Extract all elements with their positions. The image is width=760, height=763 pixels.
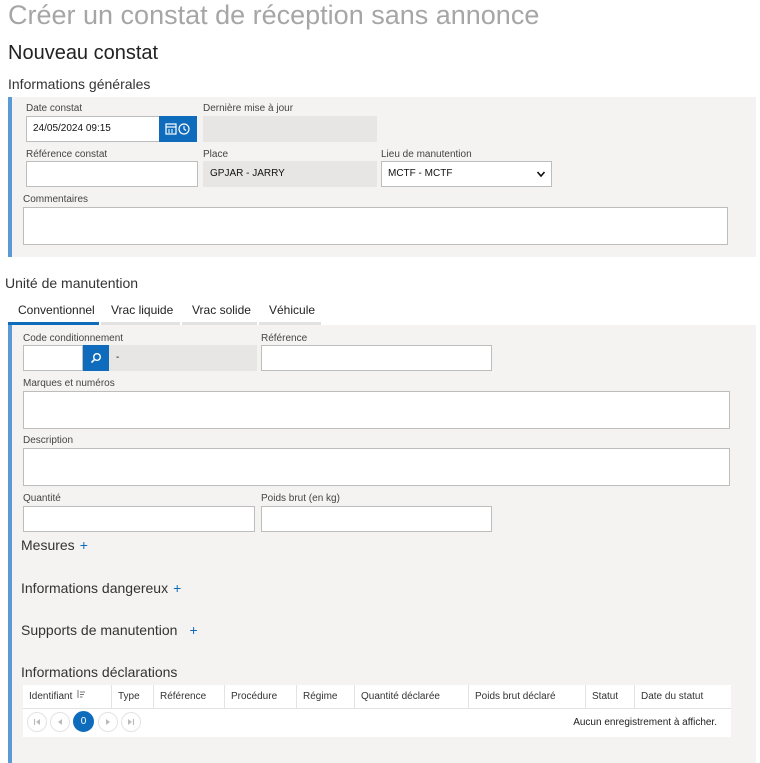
date-constat-label: Date constat: [26, 103, 83, 114]
col-identifiant[interactable]: Identifiant: [23, 685, 112, 708]
col-regime[interactable]: Régime: [297, 685, 355, 708]
col-poids-brut-declare[interactable]: Poids brut déclaré: [469, 685, 586, 708]
code-conditionnement-label: Code conditionnement: [23, 333, 124, 344]
next-page-icon[interactable]: [98, 712, 118, 732]
grid-pager: 0 Aucun enregistrement à afficher.: [23, 709, 731, 737]
page-subtitle: Nouveau constat: [8, 42, 159, 64]
description-textarea[interactable]: [23, 448, 730, 486]
tab-vehicule[interactable]: Véhicule: [259, 299, 321, 325]
col-statut[interactable]: Statut: [586, 685, 635, 708]
mesures-label: Mesures: [21, 537, 75, 553]
supports-toggle[interactable]: Supports de manutention +: [21, 622, 198, 638]
commentaires-textarea[interactable]: [23, 207, 728, 245]
quantite-input[interactable]: [23, 506, 255, 532]
quantite-label: Quantité: [23, 493, 61, 504]
supports-label: Supports de manutention: [21, 622, 178, 638]
declarations-grid: Identifiant Type Référence Procédure Rég…: [23, 685, 731, 737]
lieu-manutention-select[interactable]: MCTF - MCTF: [381, 161, 552, 187]
mesures-toggle[interactable]: Mesures +: [21, 537, 88, 553]
lieu-manutention-label: Lieu de manutention: [381, 149, 472, 160]
col-procedure[interactable]: Procédure: [225, 685, 297, 708]
dangereux-plus-icon[interactable]: +: [173, 580, 181, 596]
declarations-title: Informations déclarations: [21, 664, 178, 680]
dangereux-label: Informations dangereux: [21, 580, 169, 596]
place-label: Place: [203, 149, 229, 160]
commentaires-label: Commentaires: [23, 194, 89, 205]
derniere-maj-label: Dernière mise à jour: [203, 103, 294, 114]
reference-input[interactable]: [261, 345, 492, 371]
tab-conventionnel[interactable]: Conventionnel: [8, 299, 99, 325]
description-label: Description: [23, 435, 74, 446]
prev-page-icon[interactable]: [50, 712, 70, 732]
general-panel: Date constat 24/05/2024 09:15 Dernière m…: [8, 97, 756, 257]
col-quantite-declaree[interactable]: Quantité déclarée: [355, 685, 469, 708]
sort-icon: [77, 690, 86, 698]
lieu-manutention-value: MCTF - MCTF: [388, 168, 453, 179]
general-section-title: Informations générales: [8, 76, 151, 92]
grid-header: Identifiant Type Référence Procédure Rég…: [23, 685, 731, 709]
place-field: GPJAR - JARRY: [203, 161, 377, 187]
derniere-maj-field: [203, 116, 377, 142]
date-constat-input[interactable]: 24/05/2024 09:15: [26, 116, 160, 142]
chevron-down-icon: [536, 171, 546, 178]
reference-label: Référence: [261, 333, 308, 344]
tab-vrac-solide[interactable]: Vrac solide: [182, 299, 257, 325]
poids-brut-label: Poids brut (en kg): [261, 493, 340, 504]
marques-label: Marques et numéros: [23, 378, 115, 389]
tab-vrac-liquide[interactable]: Vrac liquide: [101, 299, 180, 325]
first-page-icon[interactable]: [27, 712, 47, 732]
reference-constat-label: Référence constat: [26, 149, 108, 160]
col-date-statut[interactable]: Date du statut: [635, 685, 721, 708]
supports-plus-icon[interactable]: +: [189, 622, 197, 638]
search-button[interactable]: [83, 345, 109, 371]
col-reference[interactable]: Référence: [154, 685, 225, 708]
code-conditionnement-description: -: [109, 345, 257, 371]
no-records-message: Aucun enregistrement à afficher.: [573, 717, 717, 728]
unite-section-title: Unité de manutention: [5, 275, 139, 291]
page-title: Créer un constat de réception sans annon…: [8, 0, 540, 30]
code-conditionnement-input[interactable]: [23, 345, 83, 371]
unite-tabs: Conventionnel Vrac liquide Vrac solide V…: [8, 299, 323, 325]
col-identifiant-label: Identifiant: [29, 691, 73, 702]
col-type[interactable]: Type: [112, 685, 154, 708]
current-page-button[interactable]: 0: [73, 711, 94, 732]
marques-textarea[interactable]: [23, 391, 730, 429]
date-picker-button[interactable]: [159, 116, 197, 142]
mesures-plus-icon[interactable]: +: [80, 537, 88, 553]
last-page-icon[interactable]: [121, 712, 141, 732]
reference-constat-input[interactable]: [26, 161, 198, 187]
poids-brut-input[interactable]: [261, 506, 492, 532]
search-icon: [90, 353, 101, 364]
dangereux-toggle[interactable]: Informations dangereux +: [21, 580, 181, 596]
calendar-clock-icon: [165, 123, 190, 135]
